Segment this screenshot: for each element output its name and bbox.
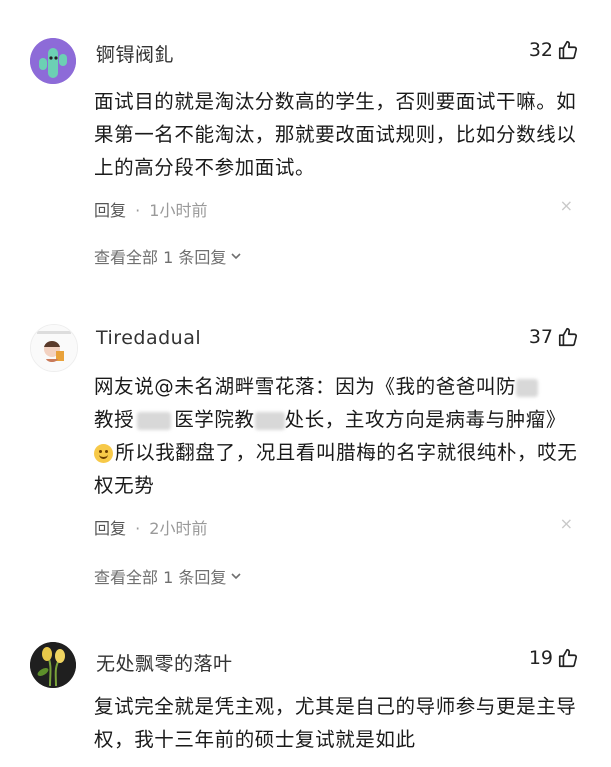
avatar[interactable] xyxy=(30,642,76,688)
grin-emoji-icon xyxy=(94,444,113,463)
like-button[interactable]: 32 xyxy=(529,39,579,61)
comment-text: 面试目的就是淘汰分数高的学生，否则要面试干嘛。如果第一名不能淘汰，那就要改面试规… xyxy=(94,90,577,179)
thumbs-up-icon xyxy=(558,40,578,60)
comment-meta: 回复 · 2小时前 xyxy=(94,515,207,539)
comment-meta: 回复 · 1小时前 xyxy=(94,197,207,221)
thumbs-up-icon xyxy=(558,648,578,668)
avatar[interactable] xyxy=(30,38,76,84)
blurred-text xyxy=(137,411,172,430)
username[interactable]: Tiredadual xyxy=(96,327,201,349)
like-button[interactable]: 19 xyxy=(529,647,579,669)
view-all-replies-button[interactable]: 查看全部 1 条回复 xyxy=(94,564,242,588)
view-all-label: 查看全部 1 条回复 xyxy=(94,568,227,587)
like-count: 37 xyxy=(528,326,553,348)
text-part-4: 处长，主攻方向是病毒与肿瘤》 xyxy=(284,408,567,431)
username[interactable]: 无处飘零的落叶 xyxy=(96,649,233,676)
close-icon[interactable]: × xyxy=(560,514,573,533)
blurred-text xyxy=(516,378,539,397)
close-icon[interactable]: × xyxy=(560,196,573,215)
view-all-replies-button[interactable]: 查看全部 1 条回复 xyxy=(94,244,242,268)
reply-button[interactable]: 回复 xyxy=(94,201,126,220)
view-all-label: 查看全部 1 条回复 xyxy=(94,248,227,267)
cartoon-avatar-icon xyxy=(31,325,77,371)
meta-separator: · xyxy=(135,519,141,538)
username[interactable]: 锕锝阀釓 xyxy=(96,40,174,67)
reply-button[interactable]: 回复 xyxy=(94,519,126,538)
thumbs-up-icon xyxy=(558,327,578,347)
chevron-down-icon xyxy=(231,253,241,260)
text-part-2: 教授 xyxy=(94,408,135,431)
cactus-avatar-icon xyxy=(30,38,76,84)
meta-separator: · xyxy=(135,201,141,220)
comment-text: 复试完全就是凭主观，尤其是自己的导师参与更是主导权，我十三年前的硕士复试就是如此 xyxy=(94,695,577,751)
like-button[interactable]: 37 xyxy=(529,326,579,348)
avatar[interactable] xyxy=(30,324,78,372)
like-count: 32 xyxy=(528,39,553,61)
comment-text: 网友说@未名湖畔雪花落：因为《我的爸爸叫防 教授 医学院教 处长，主攻方向是病毒与肿… xyxy=(94,370,580,502)
text-part-1: 网友说@未名湖畔雪花落：因为《我的爸爸叫防 xyxy=(94,375,517,398)
comment-time: 1小时前 xyxy=(149,201,208,220)
text-part-3: 医学院教 xyxy=(174,408,255,431)
like-count: 19 xyxy=(528,647,553,669)
flower-avatar-icon xyxy=(30,642,76,688)
comment-time: 2小时前 xyxy=(149,519,208,538)
text-part-5: 所以我翻盘了，况且看叫腊梅的名字就很纯朴，哎无权无势 xyxy=(94,441,578,497)
chevron-down-icon xyxy=(231,573,241,580)
blurred-text xyxy=(254,411,285,430)
